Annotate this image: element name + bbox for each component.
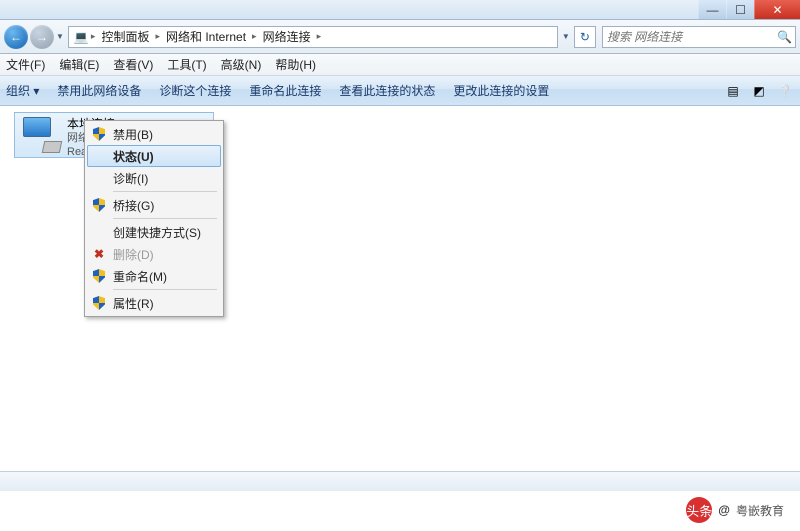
network-icon: 💻 [73, 29, 89, 45]
status-bar [0, 471, 800, 491]
ctx-bridge[interactable]: 桥接(G) [87, 194, 221, 216]
watermark: 头条 @ 粤嵌教育 [686, 497, 784, 523]
shield-icon [91, 197, 107, 213]
ctx-separator [113, 289, 217, 290]
lan-icon [21, 117, 61, 153]
breadcrumb[interactable]: 💻 ▸ 控制面板 ▸ 网络和 Internet ▸ 网络连接 ▸ [68, 26, 558, 48]
breadcrumb-drop-icon[interactable]: ▼ [562, 32, 570, 41]
breadcrumb-seg-0[interactable]: 控制面板 [97, 28, 153, 45]
ctx-separator [113, 191, 217, 192]
watermark-badge: 头条 [686, 497, 712, 523]
watermark-at: @ [718, 503, 730, 517]
ctx-rename[interactable]: 重命名(M) [87, 265, 221, 287]
tb-diagnose[interactable]: 诊断这个连接 [159, 82, 231, 99]
breadcrumb-sep-icon: ▸ [155, 31, 160, 42]
breadcrumb-sep-icon: ▸ [91, 31, 96, 42]
preview-pane-icon[interactable]: ◩ [750, 82, 768, 100]
search-input[interactable] [607, 30, 777, 44]
tb-view-status[interactable]: 查看此连接的状态 [339, 82, 435, 99]
tb-change-settings[interactable]: 更改此连接的设置 [453, 82, 549, 99]
ctx-status-label: 状态(U) [113, 148, 154, 165]
ctx-separator [113, 218, 217, 219]
nav-arrows: ← → ▼ [4, 25, 64, 49]
ctx-rename-label: 重命名(M) [113, 268, 167, 285]
ctx-delete-label: 删除(D) [113, 246, 154, 263]
ctx-disable-label: 禁用(B) [113, 126, 153, 143]
breadcrumb-sep-icon: ▸ [317, 31, 322, 42]
watermark-name: 粤嵌教育 [736, 502, 784, 519]
minimize-button[interactable]: — [698, 0, 726, 19]
ctx-bridge-label: 桥接(G) [113, 197, 154, 214]
command-toolbar: 组织 ▾ 禁用此网络设备 诊断这个连接 重命名此连接 查看此连接的状态 更改此连… [0, 76, 800, 106]
view-mode-icon[interactable]: ▤ [724, 82, 742, 100]
ctx-status[interactable]: 状态(U) [87, 145, 221, 167]
ctx-disable[interactable]: 禁用(B) [87, 123, 221, 145]
nav-bar: ← → ▼ 💻 ▸ 控制面板 ▸ 网络和 Internet ▸ 网络连接 ▸ ▼… [0, 20, 800, 54]
ctx-shortcut[interactable]: 创建快捷方式(S) [87, 221, 221, 243]
menu-tools[interactable]: 工具(T) [167, 56, 206, 73]
tb-rename[interactable]: 重命名此连接 [249, 82, 321, 99]
ctx-delete: ✖ 删除(D) [87, 243, 221, 265]
help-icon[interactable]: ❔ [776, 82, 794, 100]
shield-icon [91, 295, 107, 311]
context-menu: 禁用(B) 状态(U) 诊断(I) 桥接(G) 创建快捷方式(S) ✖ 删除(D… [84, 120, 224, 317]
shield-icon [91, 268, 107, 284]
ctx-properties[interactable]: 属性(R) [87, 292, 221, 314]
forward-button[interactable]: → [30, 25, 54, 49]
breadcrumb-seg-2[interactable]: 网络连接 [259, 28, 315, 45]
menu-bar: 文件(F) 编辑(E) 查看(V) 工具(T) 高级(N) 帮助(H) [0, 54, 800, 76]
ctx-properties-label: 属性(R) [113, 295, 154, 312]
close-button[interactable]: ✕ [754, 0, 800, 19]
menu-file[interactable]: 文件(F) [6, 56, 45, 73]
delete-icon: ✖ [91, 246, 107, 262]
menu-help[interactable]: 帮助(H) [275, 56, 316, 73]
tb-disable-device[interactable]: 禁用此网络设备 [57, 82, 141, 99]
history-dropdown-icon[interactable]: ▼ [56, 32, 64, 41]
ctx-diagnose[interactable]: 诊断(I) [87, 167, 221, 189]
search-box[interactable]: 🔍 [602, 26, 796, 48]
refresh-button[interactable]: ↻ [574, 26, 596, 48]
menu-advanced[interactable]: 高级(N) [221, 56, 262, 73]
breadcrumb-seg-1[interactable]: 网络和 Internet [162, 28, 250, 45]
toolbar-right: ▤ ◩ ❔ [724, 82, 794, 100]
window-titlebar: — ☐ ✕ [0, 0, 800, 20]
search-icon[interactable]: 🔍 [777, 30, 791, 44]
back-button[interactable]: ← [4, 25, 28, 49]
ctx-diagnose-label: 诊断(I) [113, 170, 148, 187]
menu-edit[interactable]: 编辑(E) [59, 56, 99, 73]
maximize-button[interactable]: ☐ [726, 0, 754, 19]
menu-view[interactable]: 查看(V) [113, 56, 153, 73]
ctx-shortcut-label: 创建快捷方式(S) [113, 224, 201, 241]
organize-button[interactable]: 组织 ▾ [6, 82, 39, 99]
shield-icon [91, 126, 107, 142]
breadcrumb-sep-icon: ▸ [252, 31, 257, 42]
